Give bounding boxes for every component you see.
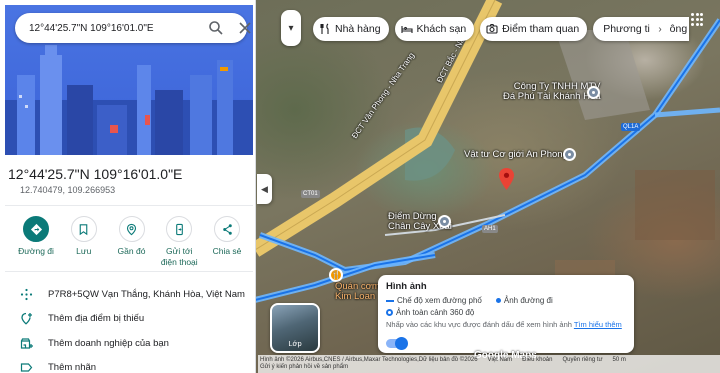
save-button[interactable]: Lưu	[62, 216, 106, 268]
save-label: Lưu	[76, 246, 92, 256]
send-feedback-link[interactable]: Gửi ý kiến phản hồi về sản phẩm	[260, 364, 348, 370]
imagery-toggle[interactable]	[386, 337, 408, 350]
share-label: Chia sẻ	[212, 246, 242, 256]
directions-button[interactable]: Đường đi	[14, 216, 58, 268]
poi-vattu-pin[interactable]	[563, 148, 576, 161]
restaurant-pin-icon[interactable]: 🍴	[329, 268, 343, 282]
shield-ah1: AH1	[482, 225, 498, 233]
legend-360-label: Ảnh toàn cảnh 360 độ	[396, 308, 475, 317]
legend-street-view: Chế độ xem đường phố	[386, 296, 482, 305]
collapse-panel-button[interactable]: ◀	[257, 174, 272, 204]
add-business-icon	[20, 338, 33, 349]
add-missing-place-text: Thêm địa điểm bị thiếu	[48, 313, 145, 324]
legend-street-line: Ảnh đường đi	[495, 296, 553, 305]
add-label-text: Thêm nhãn	[48, 362, 97, 373]
chip-restaurants[interactable]: Nhà hàng	[313, 17, 389, 41]
nearby-label: Gần đó	[117, 246, 146, 256]
chip-restaurants-label: Nhà hàng	[335, 23, 381, 35]
legend-street-view-label: Chế độ xem đường phố	[397, 296, 482, 305]
imagery-note: Nhấp vào các khu vực được đánh dấu để xe…	[386, 320, 626, 329]
add-business-text: Thêm doanh nghiệp của bạn	[48, 338, 169, 349]
photo-360-icon	[386, 309, 393, 316]
send-to-phone-label: Gửi tới điện thoại	[160, 246, 198, 267]
attribution-privacy[interactable]: Quyền riêng tư	[562, 357, 602, 363]
map-scale[interactable]: 50 m	[613, 357, 626, 363]
legend-360: Ảnh toàn cảnh 360 độ	[386, 308, 474, 317]
hotel-icon	[400, 26, 413, 33]
imagery-note-text: Nhấp vào các khu vực được đánh dấu để xe…	[386, 320, 572, 329]
street-dot-icon	[495, 298, 501, 303]
poi-company-line2: Đá Phú Tài Khánh Hòa	[503, 91, 601, 102]
share-icon	[214, 216, 240, 242]
apps-grid-icon[interactable]	[691, 13, 705, 27]
feedback-bar: Gửi ý kiến phản hồi về sản phẩm	[258, 364, 720, 373]
nearby-icon	[118, 216, 145, 242]
poi-company-label[interactable]: Công Ty TNHH MTV Đá Phú Tài Khánh Hòa	[503, 82, 601, 102]
nearby-button[interactable]: Gần đó	[110, 216, 154, 268]
camera-icon	[486, 23, 498, 34]
add-missing-place-row[interactable]: Thêm địa điểm bị thiếu	[20, 312, 144, 325]
legend-street-line-label: Ảnh đường đi	[503, 296, 553, 305]
chip-attractions-label: Điểm tham quan	[502, 23, 580, 35]
category-chips: Nhà hàng Khách sạn Điểm tham quan Phương…	[313, 17, 690, 41]
plus-code-icon	[20, 288, 33, 301]
attribution-terms[interactable]: Điều khoản	[522, 357, 552, 363]
bookmark-icon	[70, 216, 97, 242]
chip-attractions[interactable]: Điểm tham quan	[480, 17, 588, 41]
chip-transit-label: Phương tiện công cộ	[603, 23, 689, 35]
send-to-phone-button[interactable]: Gửi tới điện thoại	[157, 216, 201, 268]
plus-code-text: P7R8+5QW Vạn Thắng, Khánh Hòa, Việt Nam	[48, 289, 245, 300]
add-business-row[interactable]: Thêm doanh nghiệp của bạn	[20, 337, 169, 350]
restaurant-icon	[320, 23, 329, 34]
action-buttons: Đường đi Lưu Gần đó Gửi tới điện thoại C…	[14, 216, 249, 268]
directions-label: Đường đi	[18, 246, 54, 256]
share-button[interactable]: Chia sẻ	[205, 216, 249, 268]
poi-company-pin[interactable]	[587, 86, 600, 99]
learn-more-link[interactable]: Tìm hiểu thêm	[574, 320, 622, 329]
layers-toggle[interactable]: Lớp	[270, 303, 320, 353]
poi-vattu-label[interactable]: Vật tư Cơ giới An Phong	[464, 150, 568, 160]
shield-ql1a: QL1A	[621, 123, 641, 131]
poi-diemdung-pin[interactable]	[438, 215, 451, 228]
divider	[5, 205, 253, 206]
imagery-panel: Hình ảnh Chế độ xem đường phố Ảnh đường …	[378, 275, 634, 353]
search-input[interactable]	[29, 22, 189, 34]
attribution-country[interactable]: Việt Nam	[488, 357, 513, 363]
add-location-icon	[21, 312, 32, 325]
place-panel: 12°44'25.7"N 109°16'01.0"E 12.740479, 10…	[0, 0, 256, 373]
chip-transit[interactable]: Phương tiện công cộ	[593, 17, 690, 41]
shield-ct01: CT01	[301, 190, 320, 198]
chip-hotels-label: Khách sạn	[416, 23, 467, 35]
search-icon[interactable]	[208, 20, 224, 36]
divider	[5, 271, 253, 272]
dropped-pin-icon[interactable]	[499, 168, 514, 190]
layers-label: Lớp	[288, 339, 302, 348]
add-label-row[interactable]: Thêm nhãn	[20, 361, 96, 373]
label-icon	[20, 363, 33, 372]
imagery-panel-title: Hình ảnh	[386, 281, 427, 292]
search-box	[15, 13, 251, 43]
plus-code-row[interactable]: P7R8+5QW Vạn Thắng, Khánh Hòa, Việt Nam	[20, 288, 245, 301]
street-view-line-icon	[386, 299, 394, 302]
place-title: 12°44'25.7"N 109°16'01.0"E	[8, 166, 183, 182]
directions-icon	[23, 216, 49, 242]
close-icon[interactable]	[237, 20, 253, 36]
attribution-bar: Hình ảnh ©2026 Airbus,CNES / Airbus,Maxa…	[258, 355, 720, 364]
chip-hotels[interactable]: Khách sạn	[394, 17, 475, 41]
send-to-phone-icon	[166, 216, 193, 242]
place-decimal-coords: 12.740479, 109.266953	[20, 185, 116, 195]
map-style-button[interactable]: ▾	[281, 10, 301, 46]
attribution-imagery: Hình ảnh ©2026 Airbus,CNES / Airbus,Maxa…	[260, 356, 478, 363]
